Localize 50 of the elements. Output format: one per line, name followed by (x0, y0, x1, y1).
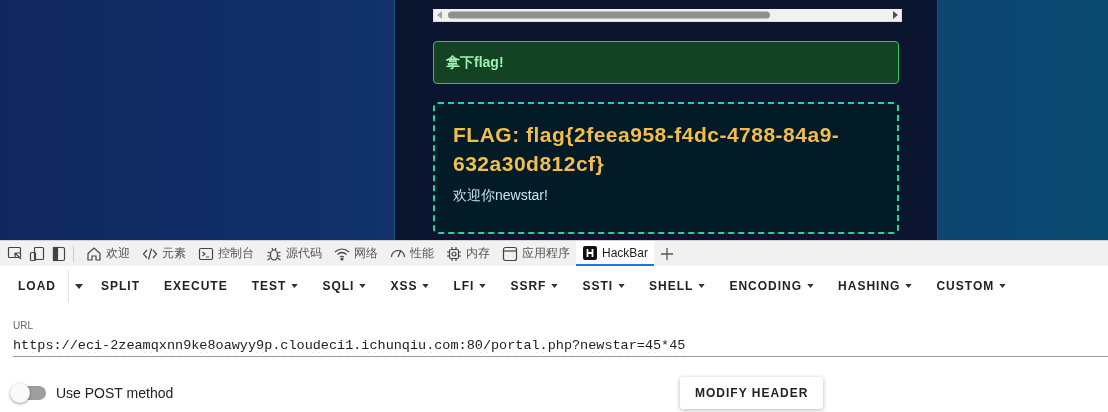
devtools-tab[interactable]: 内存 (440, 241, 496, 266)
devtools-tab[interactable]: 性能 (384, 241, 440, 266)
toolbar-button[interactable]: EXECUTE (152, 270, 240, 302)
caret-icon (75, 283, 83, 289)
caret-icon (905, 284, 913, 288)
code-icon (142, 245, 158, 262)
devtools-tab[interactable]: 源代码 (260, 241, 328, 266)
success-message: 拿下flag! (433, 41, 899, 84)
caret-icon (479, 284, 487, 288)
caret-icon (551, 284, 559, 288)
url-label: URL (13, 320, 34, 331)
menu-button[interactable]: ENCODING (717, 270, 827, 302)
modify-header-button[interactable]: MODIFY HEADER (680, 377, 824, 409)
toolbar-button[interactable]: SPLIT (89, 270, 152, 302)
app-icon (502, 245, 518, 262)
caret-icon (422, 284, 430, 288)
devtools-tab[interactable]: HackBar (576, 241, 654, 266)
caret-icon (618, 284, 626, 288)
toggle-switch[interactable] (12, 386, 46, 400)
hackbar-icon (582, 244, 598, 261)
caret-icon (291, 284, 299, 288)
menu-button[interactable]: LFI (441, 270, 499, 302)
wifi-icon (334, 245, 350, 262)
devtools-tab[interactable]: 元素 (136, 241, 192, 266)
chip-icon (446, 245, 462, 262)
menu-button[interactable]: SHELL (637, 270, 718, 302)
add-tab-icon[interactable] (660, 246, 674, 261)
console-icon (198, 245, 214, 262)
menu-button[interactable]: CUSTOM (924, 270, 1019, 302)
flag-text: FLAG: flag{2feea958-f4dc-4788-84a9-632a30d812cf} (453, 122, 841, 177)
caret-icon (999, 284, 1007, 288)
load-button[interactable]: LOAD (6, 270, 68, 302)
menu-button[interactable]: XSS (378, 270, 442, 302)
welcome-text: 欢迎你newstar! (453, 187, 549, 205)
bug-icon (266, 245, 282, 262)
caret-icon (359, 284, 367, 288)
menu-button[interactable]: SSTI (570, 270, 638, 302)
menu-button[interactable]: SSRF (498, 270, 571, 302)
caret-icon (807, 284, 815, 288)
devtools-tab[interactable]: 控制台 (192, 241, 260, 266)
devtools-tab[interactable]: 网络 (328, 241, 384, 266)
home-icon (86, 245, 102, 262)
devtools-tab[interactable]: 应用程序 (496, 241, 576, 266)
post-method-label: Use POST method (56, 385, 174, 401)
menu-button[interactable]: HASHING (826, 270, 925, 302)
menu-button[interactable]: TEST (239, 270, 311, 302)
devtools-tab[interactable]: 欢迎 (80, 241, 136, 266)
horizontal-scrollbar[interactable] (433, 9, 902, 22)
menu-button[interactable]: SQLI (310, 270, 379, 302)
caret-icon (698, 284, 706, 288)
